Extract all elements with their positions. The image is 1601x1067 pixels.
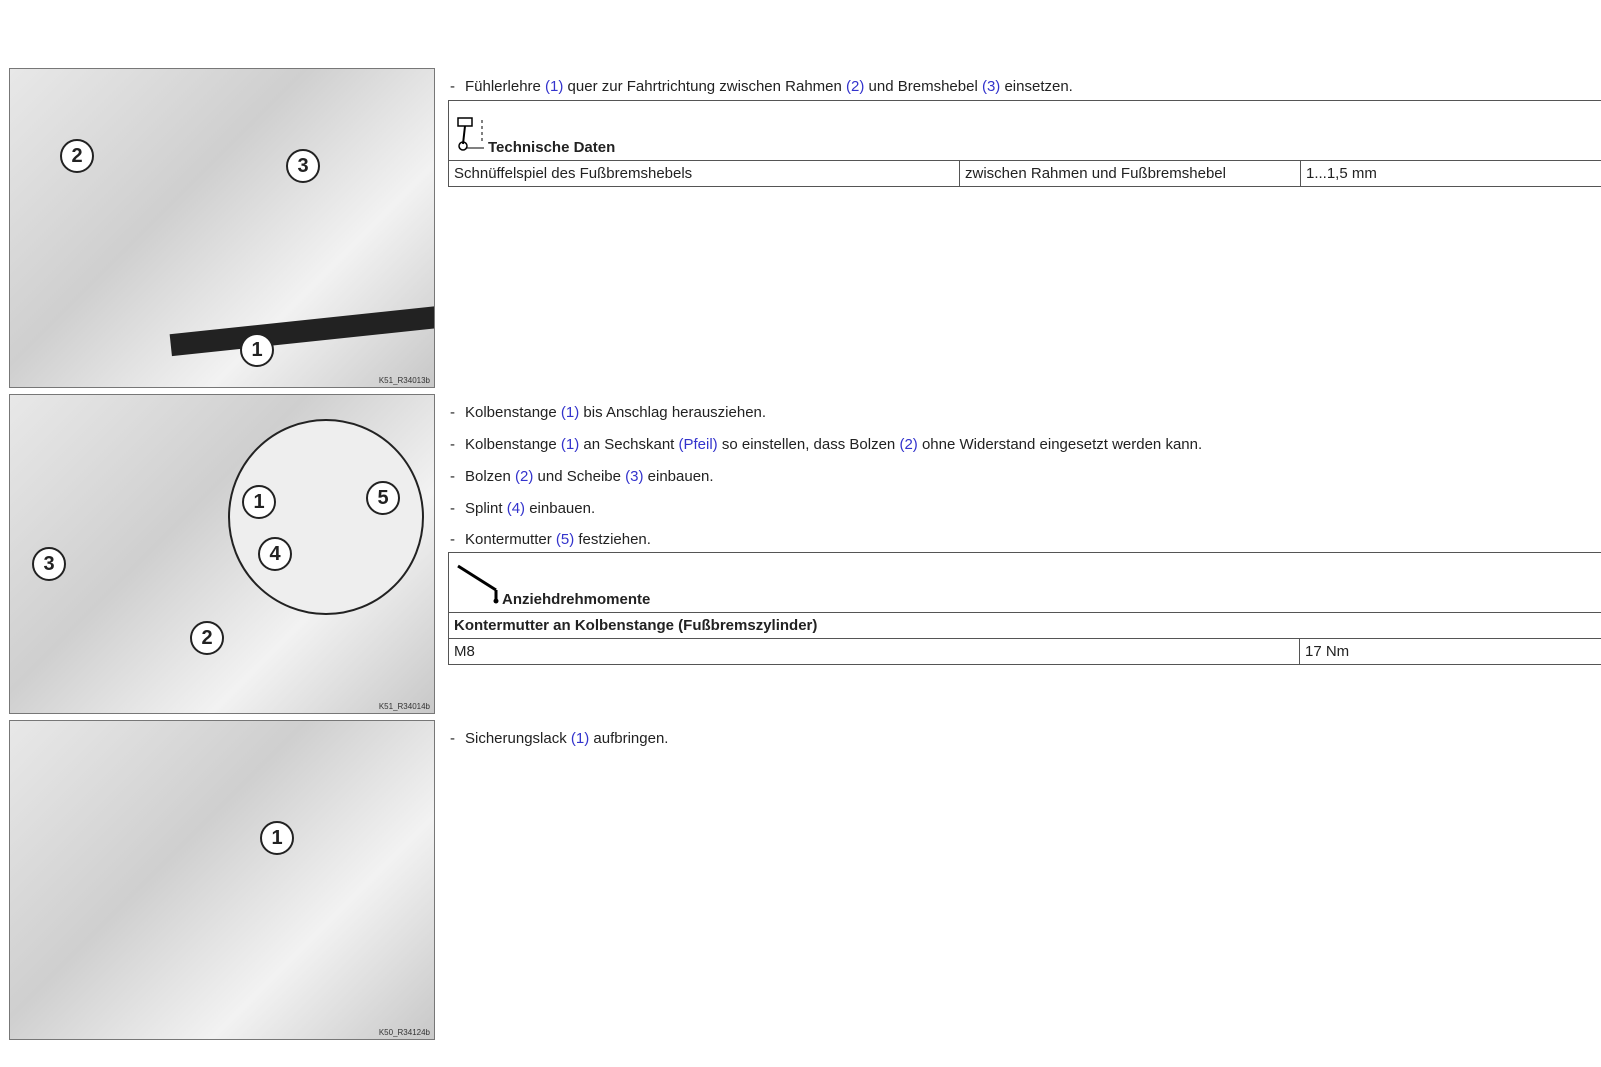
instruction-step: - Fühlerlehre (1) quer zur Fahrtrichtung … [450, 78, 1073, 95]
figure-3: 1 K50_R34124b [9, 720, 435, 1040]
figure-1: 2 3 1 K51_R34013b [9, 68, 435, 388]
callout: 4 [258, 537, 292, 571]
instruction-step: - Sicherungslack (1) aufbringen. [450, 730, 669, 747]
table-cell: 1...1,5 mm [1300, 160, 1601, 187]
callout: 3 [32, 547, 66, 581]
callout: 2 [190, 621, 224, 655]
torque-table: Anziehdrehmomente Kontermutter an Kolben… [448, 552, 1601, 665]
table-title: Technische Daten [488, 139, 616, 156]
callout: 1 [240, 333, 274, 367]
table-subtitle: Kontermutter an Kolbenstange (Fußbremszy… [448, 612, 1601, 639]
piston-gauge-icon [454, 110, 486, 156]
instruction-step: - Kolbenstange (1) an Sechskant (Pfeil) s… [450, 436, 1203, 453]
figure-2: 1 5 4 3 2 K51_R34014b [9, 394, 435, 714]
table-cell: M8 [448, 638, 1300, 665]
technical-data-table: Technische Daten Schnüffelspiel des Fußb… [448, 100, 1601, 187]
torque-wrench-icon [454, 558, 500, 608]
callout: 1 [260, 821, 294, 855]
callout: 5 [366, 481, 400, 515]
instruction-step: - Splint (4) einbauen. [450, 500, 596, 517]
table-cell: 17 Nm [1299, 638, 1601, 665]
figure-code: K50_R34124b [378, 1028, 430, 1037]
feeler-gauge [169, 303, 434, 357]
instruction-step: - Kontermutter (5) festziehen. [450, 531, 651, 548]
instruction-step: - Bolzen (2) und Scheibe (3) einbauen. [450, 468, 714, 485]
table-cell: zwischen Rahmen und Fußbremshebel [959, 160, 1301, 187]
table-title: Anziehdrehmomente [502, 591, 651, 608]
figure-code: K51_R34014b [378, 702, 430, 711]
table-cell: Schnüffelspiel des Fußbremshebels [448, 160, 960, 187]
callout: 3 [286, 149, 320, 183]
callout: 1 [242, 485, 276, 519]
figure-code: K51_R34013b [378, 376, 430, 385]
callout: 2 [60, 139, 94, 173]
instruction-step: - Kolbenstange (1) bis Anschlag herauszie… [450, 404, 767, 421]
